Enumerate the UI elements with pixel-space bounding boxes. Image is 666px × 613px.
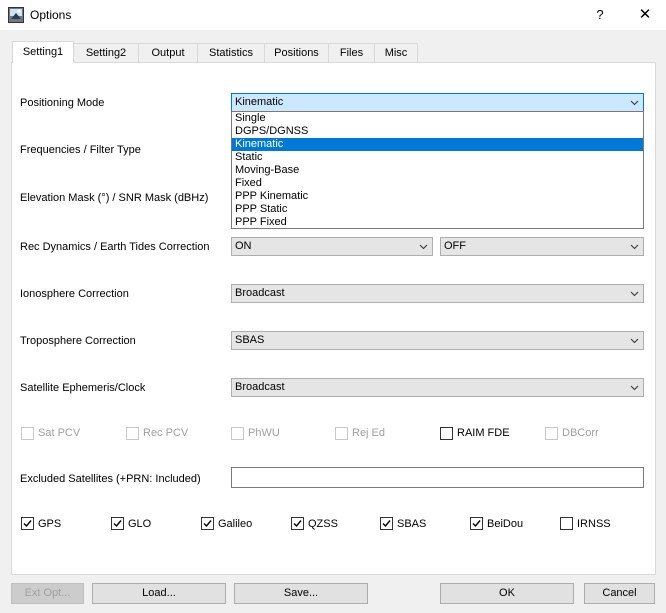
close-button[interactable]: ✕ (628, 4, 662, 26)
rec-dynamics-label: Rec Dynamics / Earth Tides Correction (20, 241, 210, 253)
sbas-checkbox[interactable] (380, 517, 393, 530)
gps-label: GPS (38, 518, 62, 530)
rej-ed-label: Rej Ed (352, 427, 386, 439)
chevron-down-icon (630, 338, 639, 344)
ephemeris-value: Broadcast (235, 381, 285, 393)
galileo-checkbox[interactable] (201, 517, 214, 530)
rej-ed-checkbox[interactable] (335, 427, 348, 440)
rec-dynamics-select[interactable]: ON (231, 237, 433, 256)
dropdown-option-moving-base[interactable]: Moving-Base (232, 164, 643, 177)
tab-setting1[interactable]: Setting1 (12, 41, 74, 63)
check-icon (293, 520, 302, 528)
ephemeris-label: Satellite Ephemeris/Clock (20, 382, 146, 394)
check-icon (472, 520, 481, 528)
dropdown-option-kinematic[interactable]: Kinematic (232, 138, 643, 151)
galileo-label: Galileo (218, 518, 253, 530)
dropdown-option-fixed[interactable]: Fixed (232, 177, 643, 190)
beidou-checkbox[interactable] (470, 517, 483, 530)
check-icon (23, 520, 32, 528)
irnss-label: IRNSS (577, 518, 611, 530)
check-icon (113, 520, 122, 528)
raim-fde-label: RAIM FDE (457, 427, 510, 439)
dropdown-option-ppp-kinematic[interactable]: PPP Kinematic (232, 190, 643, 203)
dropdown-option-ppp-static[interactable]: PPP Static (232, 203, 643, 216)
dropdown-option-ppp-fixed[interactable]: PPP Fixed (232, 216, 643, 229)
frequencies-label: Frequencies / Filter Type (20, 144, 141, 156)
earth-tides-value: OFF (444, 240, 466, 252)
chevron-down-icon (630, 244, 639, 250)
positioning-mode-label: Positioning Mode (20, 97, 105, 109)
qzss-checkbox[interactable] (291, 517, 304, 530)
rec-pcv-label: Rec PCV (143, 427, 189, 439)
beidou-label: BeiDou (487, 518, 524, 530)
title-bar: Options ? ✕ (0, 0, 666, 30)
excluded-satellites-label: Excluded Satellites (+PRN: Included) (20, 473, 201, 485)
chevron-down-icon (630, 291, 639, 297)
ionosphere-select[interactable]: Broadcast (231, 284, 644, 303)
window-title: Options (30, 8, 72, 22)
ephemeris-select[interactable]: Broadcast (231, 378, 644, 397)
irnss-checkbox[interactable] (560, 517, 573, 530)
dropdown-option-single[interactable]: Single (232, 112, 643, 125)
app-icon (8, 7, 24, 23)
chevron-down-icon (630, 100, 639, 106)
troposphere-label: Troposphere Correction (20, 335, 136, 347)
positioning-mode-select[interactable]: Kinematic (231, 93, 644, 112)
sat-pcv-label: Sat PCV (38, 427, 81, 439)
help-button[interactable]: ? (587, 4, 613, 26)
ionosphere-label: Ionosphere Correction (20, 288, 129, 300)
glo-checkbox[interactable] (111, 517, 124, 530)
dbcorr-checkbox[interactable] (545, 427, 558, 440)
cancel-button[interactable]: Cancel (584, 583, 655, 604)
check-icon (382, 520, 391, 528)
tab-files[interactable]: Files (328, 43, 375, 62)
troposphere-value: SBAS (235, 334, 265, 346)
excluded-satellites-input[interactable] (231, 467, 644, 488)
ionosphere-value: Broadcast (235, 287, 285, 299)
tab-positions[interactable]: Positions (264, 43, 329, 62)
chevron-down-icon (419, 244, 428, 250)
phwu-label: PhWU (248, 427, 280, 439)
positioning-mode-dropdown: Single DGPS/DGNSS Kinematic Static Movin… (231, 111, 644, 229)
rec-pcv-checkbox[interactable] (126, 427, 139, 440)
qzss-label: QZSS (308, 518, 338, 530)
earth-tides-select[interactable]: OFF (440, 237, 644, 256)
sbas-label: SBAS (397, 518, 427, 530)
glo-label: GLO (128, 518, 152, 530)
raim-fde-checkbox[interactable] (440, 427, 453, 440)
rec-dynamics-value: ON (235, 240, 252, 252)
troposphere-select[interactable]: SBAS (231, 331, 644, 350)
sat-pcv-checkbox[interactable] (21, 427, 34, 440)
tab-output[interactable]: Output (138, 43, 198, 62)
ok-button[interactable]: OK (440, 583, 574, 604)
positioning-mode-value: Kinematic (235, 96, 284, 108)
dropdown-option-dgps[interactable]: DGPS/DGNSS (232, 125, 643, 138)
ext-opt-button[interactable]: Ext Opt... (11, 583, 84, 604)
save-button[interactable]: Save... (234, 583, 368, 604)
tab-setting2[interactable]: Setting2 (73, 43, 139, 62)
dropdown-option-static[interactable]: Static (232, 151, 643, 164)
load-button[interactable]: Load... (92, 583, 226, 604)
tab-statistics[interactable]: Statistics (197, 43, 265, 62)
elevation-mask-label: Elevation Mask (°) / SNR Mask (dBHz) (20, 192, 209, 204)
dbcorr-label: DBCorr (562, 427, 599, 439)
chevron-down-icon (630, 385, 639, 391)
check-icon (203, 520, 212, 528)
tab-misc[interactable]: Misc (374, 43, 418, 62)
gps-checkbox[interactable] (21, 517, 34, 530)
phwu-checkbox[interactable] (231, 427, 244, 440)
